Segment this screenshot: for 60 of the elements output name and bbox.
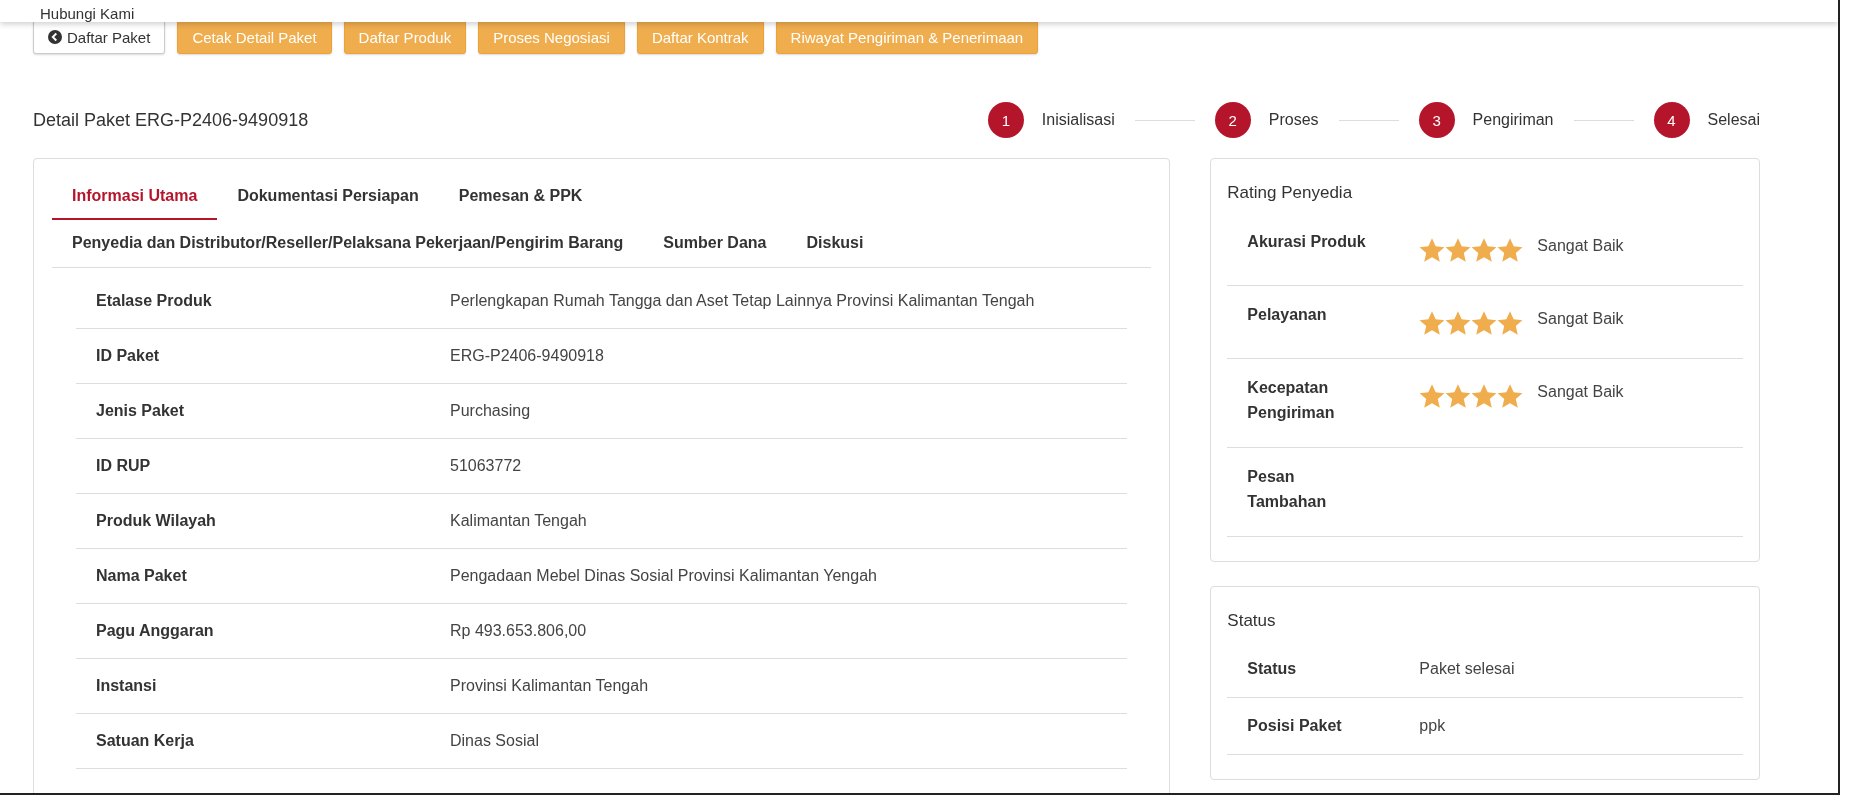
rating-label: Pelayanan	[1247, 305, 1328, 325]
star-icon	[1419, 383, 1446, 409]
field-value: Purchasing	[450, 402, 532, 420]
field-value: ERG-P2406-9490918	[450, 347, 605, 365]
field-value: Provinsi Kalimantan Tengah	[450, 677, 650, 695]
rating-text: Sangat Baik	[1537, 237, 1625, 255]
step-label: Inisialisasi	[1041, 111, 1115, 129]
step-label: Selesai	[1707, 111, 1760, 129]
star-icon	[1445, 310, 1472, 336]
rating-label: Kecepatan Pengiriman	[1247, 378, 1336, 423]
star-icon	[1471, 310, 1498, 336]
tab[interactable]: Penyedia dan Distributor/Reseller/Pelaksana Pekerjaan/Pengirim Barang	[52, 220, 644, 267]
star-icon	[1497, 383, 1524, 409]
step-number: 3	[1418, 102, 1455, 138]
step-label: Pengiriman	[1472, 111, 1554, 129]
rating-label: Akurasi Produk	[1247, 232, 1367, 252]
status-label: Status	[1247, 660, 1298, 678]
field-label: Instansi	[96, 677, 158, 695]
star-icon	[1471, 237, 1498, 263]
field-value: 51063772	[450, 457, 523, 475]
field-label: Produk Wilayah	[96, 512, 217, 530]
field-label: ID Paket	[96, 347, 161, 365]
status-value: ppk	[1419, 717, 1447, 735]
field-value: Rp 493.653.806,00	[450, 622, 588, 640]
step-number: 1	[987, 102, 1024, 138]
star-icon	[1445, 383, 1472, 409]
star-icon	[1419, 310, 1446, 336]
star-icon	[1471, 383, 1498, 409]
field-label: Jenis Paket	[96, 402, 186, 420]
star-icon	[1497, 310, 1524, 336]
step-number: 4	[1653, 102, 1690, 138]
tab[interactable]: Pemesan & PPK	[438, 173, 603, 220]
status-value: Paket selesai	[1419, 660, 1516, 678]
field-label: ID RUP	[96, 457, 152, 475]
field-value: Pengadaan Mebel Dinas Sosial Provinsi Kalimantan Yengah	[450, 567, 878, 585]
star-icon	[1445, 237, 1472, 263]
field-value: Dinas Sosial	[450, 732, 540, 750]
rating-label: Pesan Tambahan	[1247, 467, 1328, 512]
field-label: Etalase Produk	[96, 292, 213, 310]
tab[interactable]: Sumber Dana	[643, 220, 787, 267]
tab[interactable]: Dokumentasi Persiapan	[217, 173, 439, 220]
status-label: Posisi Paket	[1247, 717, 1343, 735]
contact-link[interactable]: Hubungi Kami	[40, 6, 135, 22]
card-title: Status	[1227, 611, 1277, 631]
field-value: Perlengkapan Rumah Tangga dan Aset Tetap Lainnya Provinsi Kalimantan Tengah	[450, 292, 1036, 310]
field-label: Satuan Kerja	[96, 732, 195, 750]
star-icon	[1497, 237, 1524, 263]
field-value: Kalimantan Tengah	[450, 512, 588, 530]
star-icon	[1419, 237, 1446, 263]
field-label: Pagu Anggaran	[96, 622, 215, 640]
field-label: Nama Paket	[96, 567, 188, 585]
tab[interactable]: Diskusi	[786, 220, 884, 267]
step-number: 2	[1214, 102, 1251, 138]
step-label: Proses	[1268, 111, 1319, 129]
rating-text: Sangat Baik	[1537, 383, 1625, 401]
tab[interactable]: Informasi Utama	[52, 173, 218, 220]
card-title: Rating Penyedia	[1227, 183, 1354, 203]
back-circle-icon	[48, 30, 62, 44]
rating-text: Sangat Baik	[1537, 310, 1625, 328]
page-title: Detail Paket ERG-P2406-9490918	[33, 109, 309, 131]
